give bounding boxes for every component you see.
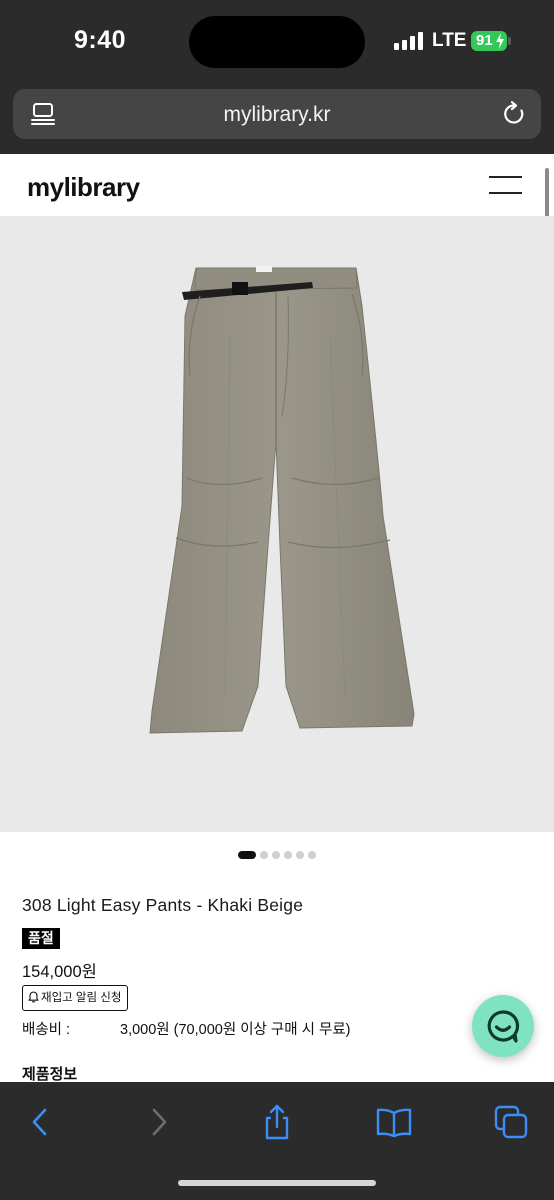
charging-bolt-icon <box>496 33 504 49</box>
site-header: mylibrary <box>0 154 554 216</box>
shipping-label: 배송비 : <box>22 1022 71 1038</box>
product-price: 154,000원 <box>22 963 97 981</box>
carousel-dot[interactable] <box>272 850 280 859</box>
back-icon[interactable] <box>22 1104 58 1140</box>
network-label: LTE <box>432 30 467 51</box>
home-indicator <box>178 1180 376 1186</box>
signal-icon <box>394 32 424 50</box>
chat-icon <box>487 1010 520 1043</box>
carousel-dot[interactable] <box>296 850 304 859</box>
product-image[interactable] <box>0 216 554 832</box>
menu-icon[interactable] <box>489 176 522 196</box>
shipping-value: 3,000원 (70,000원 이상 구매 시 무료) <box>120 1022 351 1038</box>
forward-icon[interactable] <box>141 1104 177 1140</box>
pants-photo <box>149 266 415 734</box>
browser-address-area: mylibrary.kr <box>0 82 554 154</box>
soldout-badge: 품절 <box>22 928 60 949</box>
reload-icon[interactable] <box>501 101 527 127</box>
chat-button[interactable] <box>472 995 534 1057</box>
status-bar: 9:40 LTE 91 <box>0 0 554 82</box>
address-bar[interactable]: mylibrary.kr <box>13 89 541 139</box>
carousel-dot[interactable] <box>260 850 268 859</box>
restock-alert-button[interactable]: 재입고 알림 신청 <box>22 985 129 1011</box>
bell-icon <box>28 991 39 1003</box>
status-time: 9:40 <box>74 26 127 54</box>
restock-alert-label: 재입고 알림 신청 <box>41 992 122 1004</box>
url-text[interactable]: mylibrary.kr <box>13 103 541 127</box>
share-icon[interactable] <box>259 1104 295 1140</box>
battery-level: 91 <box>476 32 493 49</box>
product-info-heading[interactable]: 제품정보 <box>22 1063 77 1084</box>
site-logo[interactable]: mylibrary <box>27 172 140 203</box>
tabs-icon[interactable] <box>494 1104 530 1140</box>
bookmarks-icon[interactable] <box>376 1104 412 1140</box>
carousel-dot[interactable] <box>308 850 316 859</box>
product-title: 308 Light Easy Pants - Khaki Beige <box>22 895 304 915</box>
dynamic-island <box>189 16 365 68</box>
battery-icon: 91 <box>471 31 507 51</box>
carousel-dot[interactable] <box>238 850 256 859</box>
battery-cap <box>508 37 511 45</box>
carousel-dots <box>0 846 554 859</box>
carousel-dot[interactable] <box>284 850 292 859</box>
